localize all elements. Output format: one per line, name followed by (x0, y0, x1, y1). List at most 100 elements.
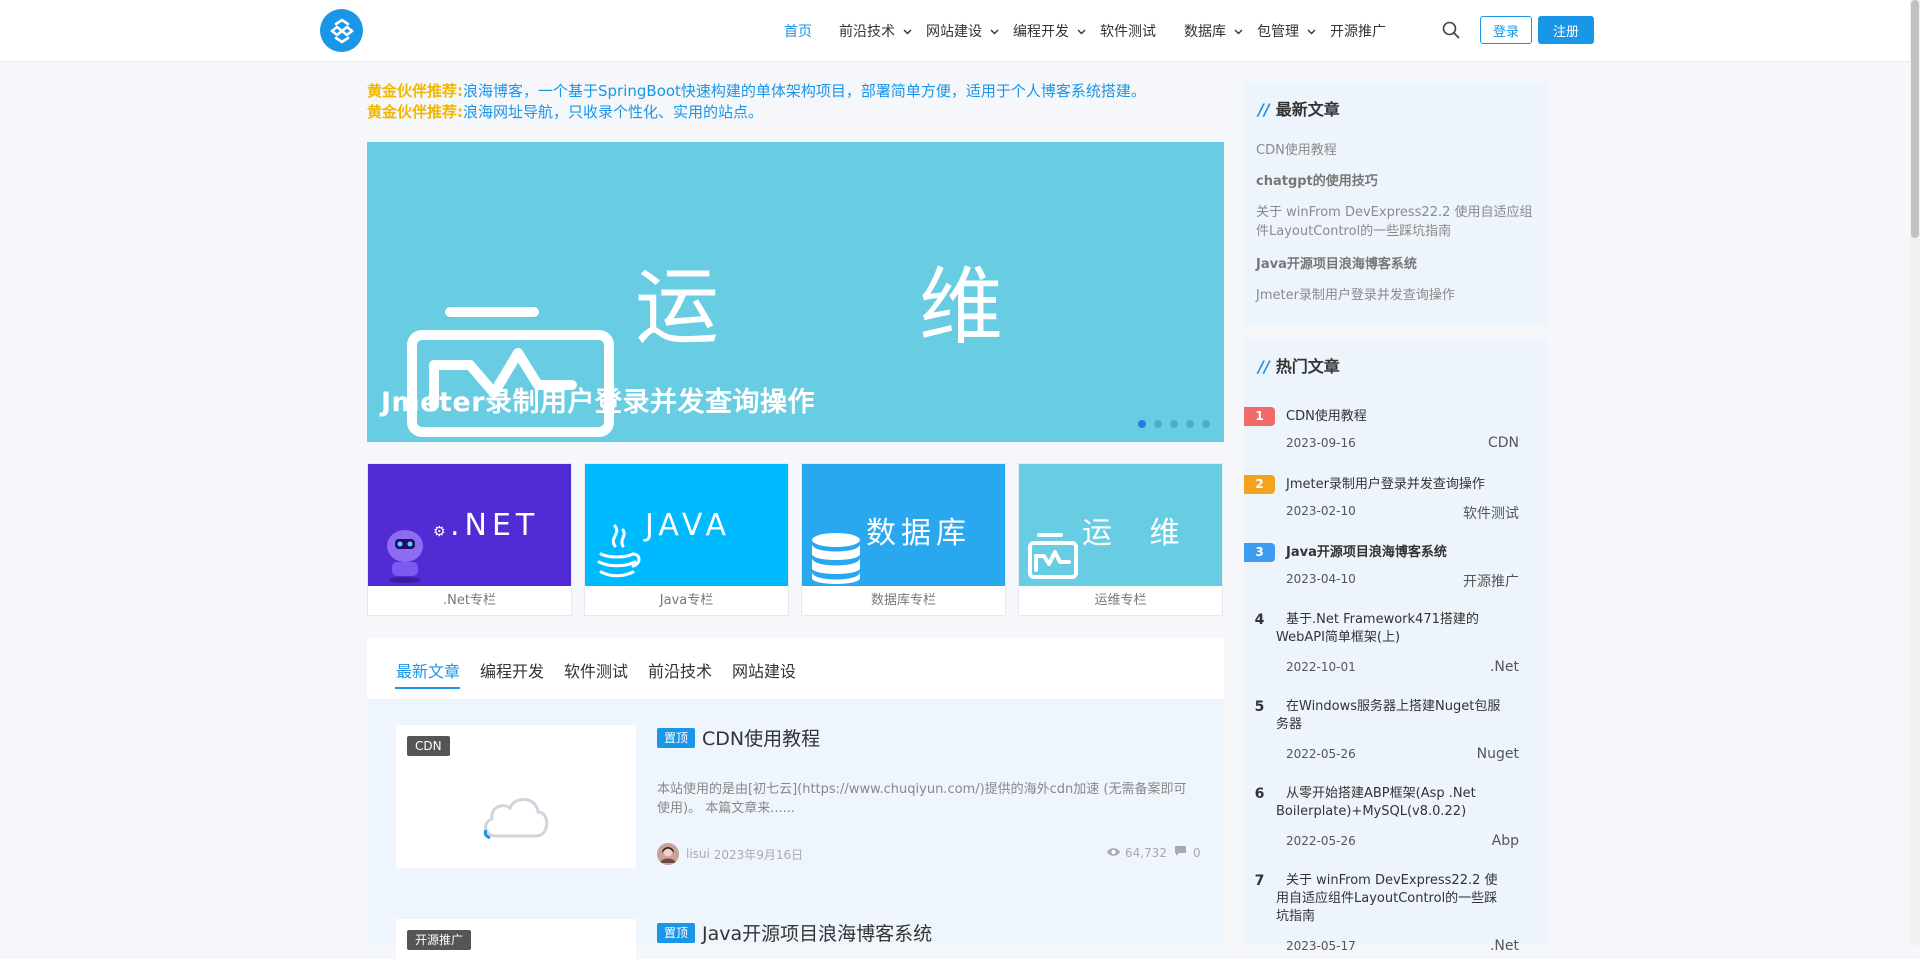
search-icon[interactable] (1442, 21, 1460, 43)
category-card-net[interactable]: ⚙ .NET .Net专栏 (367, 463, 572, 616)
carousel-dots (1138, 420, 1218, 428)
dotnet-bot-icon (387, 530, 423, 583)
pinned-badge: 置顶 (657, 922, 696, 943)
widget-title-text: 热门文章 (1275, 357, 1340, 376)
page-scrollbar[interactable] (1910, 0, 1920, 945)
category-image: 运 维 (1019, 464, 1222, 586)
latest-article-link[interactable]: Jmeter录制用户登录并发查询操作 (1256, 286, 1538, 305)
article-thumbnail[interactable]: CDN (396, 725, 636, 868)
nav-packages[interactable]: 包管理 (1257, 21, 1316, 41)
hot-article-link[interactable]: CDN使用教程 (1286, 408, 1526, 426)
hot-article-link[interactable]: 基于.Net Framework471搭建的WebAPI简单框架(上) (1276, 611, 1506, 647)
hot-article-category[interactable]: Nuget (1477, 746, 1519, 762)
hot-article-date: 2023-09-16 (1286, 436, 1356, 450)
article-thumbnail[interactable]: 开源推广 (396, 919, 636, 959)
login-button[interactable]: 登录 (1480, 16, 1532, 44)
article-title-text[interactable]: CDN使用教程 (702, 724, 820, 751)
article-list: CDN 置顶 CDN使用教程 本站使用的是由[初七云](https://www.c… (367, 699, 1224, 959)
nav-programming[interactable]: 编程开发 (1013, 21, 1086, 41)
category-card-database[interactable]: 数据库 数据库专栏 (801, 463, 1006, 616)
hot-article-date: 2023-05-17 (1286, 939, 1356, 953)
promo-line[interactable]: 黄金伙伴推荐:浪海博客，一个基于SpringBoot快速构建的单体架构项目，部署… (367, 80, 1146, 101)
hot-article-link[interactable]: 从零开始搭建ABP框架(Asp .Net Boilerplate)+MySQL(… (1276, 785, 1506, 821)
nav-home[interactable]: 首页 (784, 21, 812, 41)
category-image: JAVA (585, 464, 788, 586)
view-count: 64,732 (1125, 845, 1167, 860)
tab-testing[interactable]: 软件测试 (564, 658, 628, 682)
nav-opensource-label: 开源推广 (1330, 23, 1386, 40)
article-title-text[interactable]: Java开源项目浪海博客系统 (702, 919, 932, 946)
nav-testing-label: 软件测试 (1100, 23, 1156, 40)
chevron-down-icon (1307, 23, 1316, 39)
hot-article-link[interactable]: Java开源项目浪海博客系统 (1286, 544, 1526, 562)
hot-article-date: 2023-02-10 (1286, 504, 1356, 518)
article-author[interactable]: lisui (686, 847, 710, 861)
nav-database[interactable]: 数据库 (1184, 21, 1243, 41)
hot-article-link[interactable]: 在Windows服务器上搭建Nuget包服务器 (1276, 698, 1506, 734)
nav-database-label: 数据库 (1184, 23, 1226, 40)
category-word: 运 维 (1082, 516, 1194, 551)
chevron-down-icon (1077, 23, 1086, 39)
hero-carousel[interactable]: 运 维 Jmeter录制用户登录并发查询操作 (367, 142, 1224, 442)
carousel-dot[interactable] (1170, 420, 1178, 428)
logo-icon (330, 17, 353, 44)
banner-big-char: 维 (919, 258, 1004, 356)
hot-article-category[interactable]: CDN (1488, 435, 1519, 451)
nav-frontier[interactable]: 前沿技术 (839, 21, 912, 41)
article-meta: lisui 2023年9月16日 (657, 843, 803, 865)
nav-opensource[interactable]: 开源推广 (1330, 21, 1386, 41)
nav-website-label: 网站建设 (926, 23, 982, 40)
article-stats: 64,732 0 (1106, 845, 1201, 860)
category-card-ops[interactable]: 运 维 运维专栏 (1018, 463, 1223, 616)
register-button[interactable]: 注册 (1538, 16, 1594, 44)
chevron-down-icon (1234, 23, 1243, 39)
hot-article-link[interactable]: Jmeter录制用户登录并发查询操作 (1286, 476, 1526, 494)
hot-article-category[interactable]: .Net (1490, 938, 1519, 954)
article-date: 2023年9月16日 (713, 847, 804, 862)
tab-latest[interactable]: 最新文章 (396, 658, 460, 682)
database-icon (812, 533, 860, 584)
active-tab-indicator (395, 687, 460, 689)
hot-article-category[interactable]: Abp (1492, 833, 1519, 849)
tab-programming[interactable]: 编程开发 (480, 658, 544, 682)
latest-article-link[interactable]: CDN使用教程 (1256, 141, 1538, 160)
avatar[interactable] (657, 843, 679, 865)
article-category-badge[interactable]: CDN (407, 736, 450, 756)
hot-rank-badge: 1 (1244, 407, 1275, 426)
article-category-badge[interactable]: 开源推广 (407, 930, 472, 950)
hot-article-category[interactable]: 开源推广 (1463, 571, 1519, 591)
hot-article-date: 2022-05-26 (1286, 747, 1356, 761)
hot-article-category[interactable]: 软件测试 (1463, 503, 1519, 523)
nav-website[interactable]: 网站建设 (926, 21, 999, 41)
nav-testing[interactable]: 软件测试 (1100, 21, 1156, 41)
banner-title[interactable]: Jmeter录制用户登录并发查询操作 (381, 380, 815, 419)
hot-rank-number: 5 (1254, 699, 1265, 715)
site-logo[interactable] (320, 9, 363, 52)
latest-article-link[interactable]: Java开源项目浪海博客系统 (1256, 255, 1538, 274)
promo-text[interactable]: 浪海博客，一个基于SpringBoot快速构建的单体架构项目，部署简单方便，适用… (463, 82, 1146, 100)
carousel-dot[interactable] (1138, 420, 1146, 428)
hot-article-category[interactable]: .Net (1490, 659, 1519, 675)
promo-label: 黄金伙伴推荐: (367, 82, 463, 100)
monitor-icon (1028, 533, 1078, 579)
promo-label: 黄金伙伴推荐: (367, 103, 463, 121)
tab-frontier[interactable]: 前沿技术 (648, 658, 712, 682)
carousel-dot[interactable] (1186, 420, 1194, 428)
category-card-java[interactable]: JAVA Java专栏 (584, 463, 789, 616)
tab-website[interactable]: 网站建设 (732, 658, 796, 682)
carousel-dot[interactable] (1154, 420, 1162, 428)
hot-rank-number: 6 (1254, 786, 1265, 802)
latest-article-link[interactable]: 关于 winFrom DevExpress22.2 使用自适应组件LayoutC… (1256, 203, 1538, 241)
widget-title-text: 最新文章 (1275, 100, 1340, 119)
hot-article-link[interactable]: 关于 winFrom DevExpress22.2 使用自适应组件LayoutC… (1276, 872, 1506, 926)
article-title[interactable]: 置顶 Java开源项目浪海博客系统 (657, 919, 932, 946)
cloud-icon (483, 798, 549, 840)
promo-text[interactable]: 浪海网址导航，只收录个性化、实用的站点。 (463, 103, 763, 121)
latest-article-link[interactable]: chatgpt的使用技巧 (1256, 172, 1538, 191)
article-title[interactable]: 置顶 CDN使用教程 (657, 724, 820, 751)
category-word: 数据库 (866, 516, 971, 551)
carousel-dot[interactable] (1202, 420, 1210, 428)
promo-line[interactable]: 黄金伙伴推荐:浪海网址导航，只收录个性化、实用的站点。 (367, 101, 763, 122)
category-word: JAVA (645, 508, 732, 543)
scrollbar-thumb[interactable] (1911, 0, 1919, 238)
